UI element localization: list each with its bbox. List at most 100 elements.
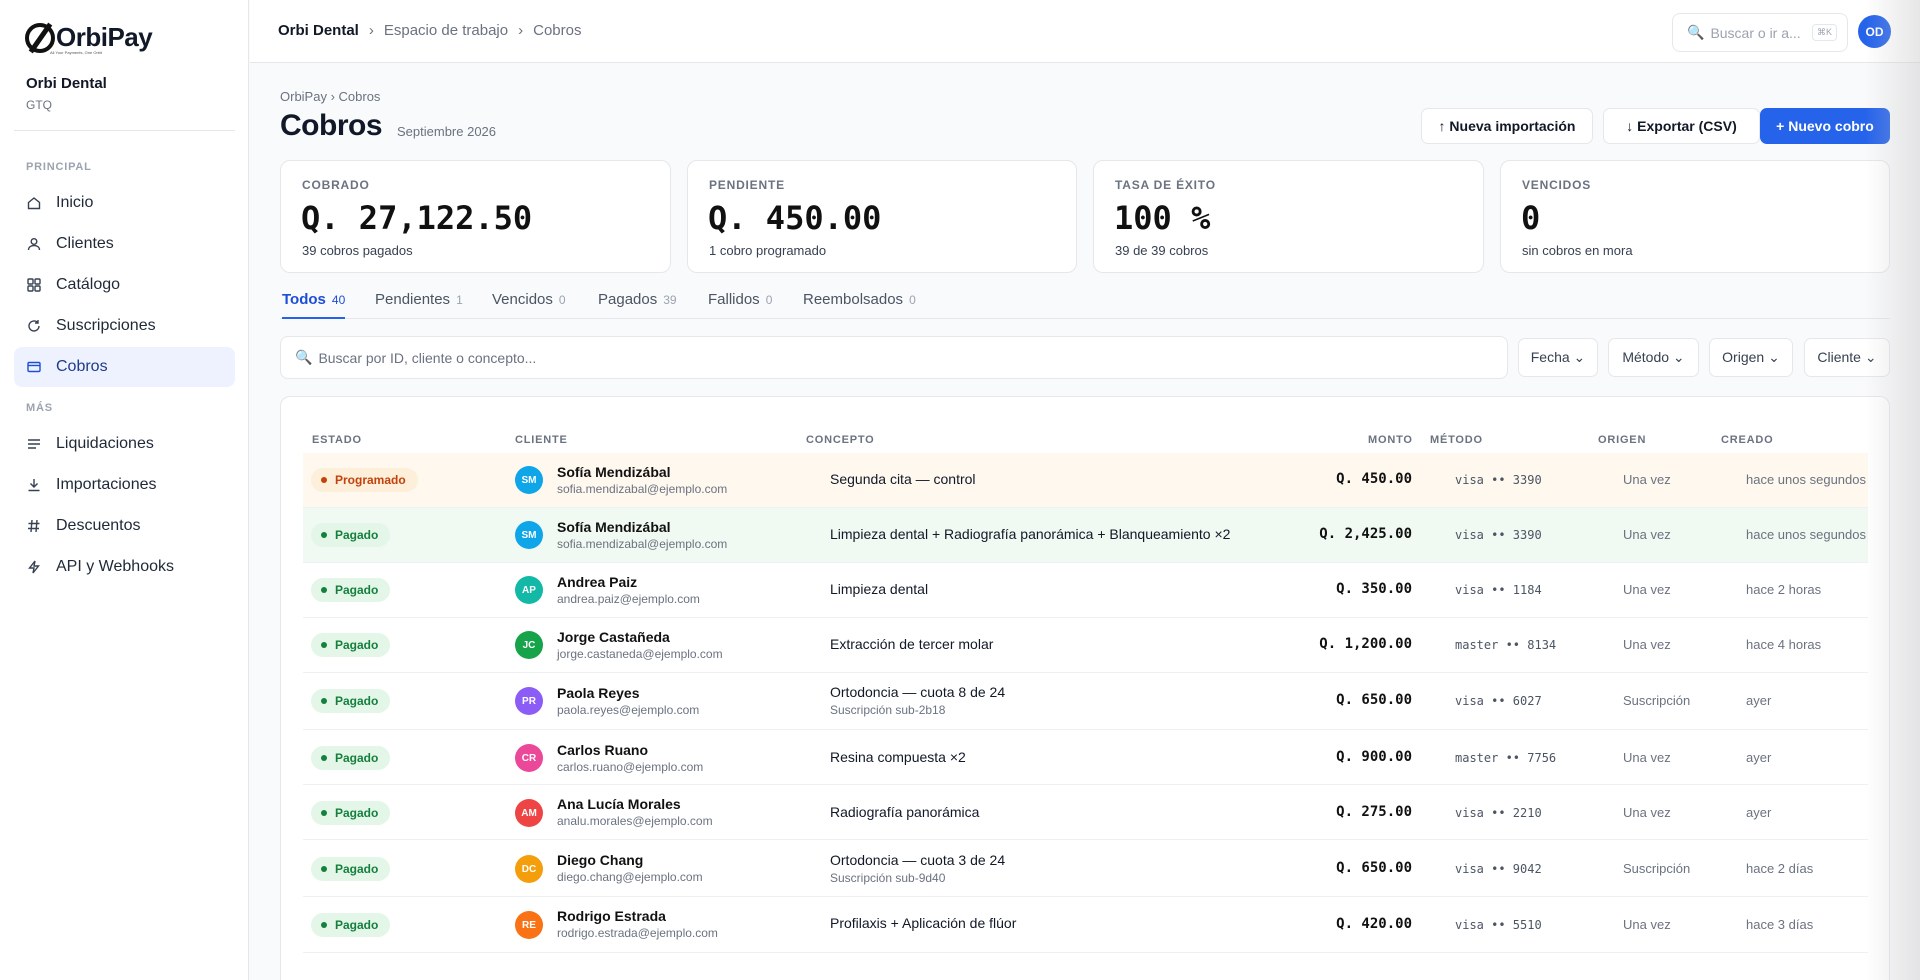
client-name[interactable]: Rodrigo Estrada — [557, 908, 666, 924]
tab-pagados[interactable]: Pagados 39 — [598, 291, 677, 319]
sidebar-item-suscripciones[interactable]: Suscripciones — [14, 306, 235, 346]
sidebar-section-mas: MÁS — [26, 402, 53, 414]
topbar: Orbi Dental › Espacio de trabajo › Cobro… — [250, 0, 1920, 63]
sidebar-item-cobros[interactable]: Cobros — [14, 347, 235, 387]
table-row[interactable]: Pagado AP Andrea Paiz andrea.paiz@ejempl… — [303, 563, 1868, 618]
charges-search-input[interactable]: 🔍 Buscar por ID, cliente o concepto... — [280, 336, 1508, 379]
charge-concept: Radiografía panorámica — [830, 804, 980, 820]
status-badge: Programado — [311, 468, 418, 492]
col-header-monto[interactable]: MONTO — [1368, 434, 1413, 446]
breadcrumb: Orbi Dental › Espacio de trabajo › Cobro… — [278, 22, 581, 39]
stat-value: 100 % — [1114, 199, 1211, 237]
sidebar-item-label: Catálogo — [56, 276, 121, 293]
sidebar-item-clientes[interactable]: Clientes — [14, 224, 235, 264]
col-header-cliente[interactable]: CLIENTE — [515, 434, 568, 446]
charge-amount: Q. 350.00 — [1336, 581, 1412, 597]
charge-origin: Una vez — [1623, 750, 1671, 765]
sidebar-item-inicio[interactable]: Inicio — [14, 183, 235, 223]
tab-reembolsados[interactable]: Reembolsados 0 — [803, 291, 916, 319]
payment-method: visa •• 9042 — [1455, 862, 1542, 876]
tab-pendientes[interactable]: Pendientes 1 — [375, 291, 463, 319]
table-row[interactable]: Pagado PR Paola Reyes paola.reyes@ejempl… — [303, 673, 1868, 730]
payment-method: visa •• 2210 — [1455, 806, 1542, 820]
breadcrumb-org[interactable]: Orbi Dental — [278, 22, 359, 39]
charge-amount: Q. 650.00 — [1336, 692, 1412, 708]
charge-amount: Q. 650.00 — [1336, 860, 1412, 876]
client-name[interactable]: Ana Lucía Morales — [557, 796, 681, 812]
client-name[interactable]: Paola Reyes — [557, 685, 640, 701]
stat-card-pendiente: PENDIENTE Q. 450.00 1 cobro programado — [687, 160, 1077, 273]
charge-origin: Una vez — [1623, 637, 1671, 652]
tab-fallidos[interactable]: Fallidos 0 — [708, 291, 772, 319]
charges-table: ESTADO CLIENTE CONCEPTO MONTO MÉTODO ORI… — [280, 396, 1890, 980]
filter-client-dropdown[interactable]: Cliente ⌄ — [1804, 338, 1890, 377]
filter-origin-dropdown[interactable]: Origen ⌄ — [1709, 338, 1793, 377]
sidebar-item-catalogo[interactable]: Catálogo — [14, 265, 235, 305]
search-icon: 🔍 — [295, 349, 313, 365]
stat-subtext: 39 de 39 cobros — [1115, 243, 1209, 258]
table-row[interactable]: Pagado JC Jorge Castañeda jorge.castaned… — [303, 618, 1868, 673]
sidebar-item-label: Descuentos — [56, 517, 141, 534]
client-name[interactable]: Jorge Castañeda — [557, 629, 670, 645]
table-row[interactable]: Pagado DC Diego Chang diego.chang@ejempl… — [303, 840, 1868, 897]
col-header-estado[interactable]: ESTADO — [312, 434, 362, 446]
col-header-concepto[interactable]: CONCEPTO — [806, 434, 875, 446]
new-charge-button[interactable]: + Nuevo cobro — [1760, 108, 1890, 144]
breadcrumb-workspace[interactable]: Espacio de trabajo — [384, 22, 508, 39]
status-badge: Pagado — [311, 689, 391, 713]
new-import-button[interactable]: ↑ Nueva importación — [1421, 108, 1593, 144]
stat-label: TASA DE ÉXITO — [1115, 178, 1216, 192]
col-header-origen[interactable]: ORIGEN — [1598, 434, 1646, 446]
global-search-input[interactable]: 🔍 Buscar o ir a... ⌘K — [1672, 13, 1848, 52]
client-email: jorge.castaneda@ejemplo.com — [557, 647, 723, 661]
page-title: Cobros — [280, 109, 383, 142]
charge-concept: Extracción de tercer molar — [830, 636, 994, 652]
client-name[interactable]: Diego Chang — [557, 852, 643, 868]
charge-created: ayer — [1746, 750, 1772, 765]
filter-method-dropdown[interactable]: Método ⌄ — [1608, 338, 1699, 377]
user-avatar[interactable]: OD — [1858, 15, 1891, 48]
page-breadcrumb: OrbiPay › Cobros — [280, 89, 381, 104]
client-name[interactable]: Carlos Ruano — [557, 742, 648, 758]
col-header-creado[interactable]: CREADO — [1721, 434, 1773, 446]
status-badge: Pagado — [311, 746, 391, 770]
charge-concept-subscription[interactable]: Suscripción sub-9d40 — [830, 871, 945, 885]
sidebar-item-api-webhooks[interactable]: API y Webhooks — [14, 547, 235, 587]
sidebar: OrbiPay All Your Payments, One Orbit Orb… — [0, 0, 249, 980]
tab-label: Todos — [282, 291, 326, 308]
client-name[interactable]: Andrea Paiz — [557, 574, 637, 590]
stat-subtext: 39 cobros pagados — [302, 243, 413, 258]
status-badge: Pagado — [311, 913, 391, 937]
orbipay-logo[interactable]: OrbiPay — [25, 22, 153, 53]
table-row[interactable]: Programado SM Sofía Mendizábal sofia.men… — [303, 453, 1868, 508]
client-email: carlos.ruano@ejemplo.com — [557, 760, 704, 774]
charge-amount: Q. 2,425.00 — [1319, 526, 1412, 542]
client-name[interactable]: Sofía Mendizábal — [557, 464, 671, 480]
table-row[interactable]: Pagado RE Rodrigo Estrada rodrigo.estrad… — [303, 897, 1868, 953]
tab-count: 1 — [456, 293, 463, 307]
col-header-metodo[interactable]: MÉTODO — [1430, 434, 1483, 446]
stat-card-vencidos: VENCIDOS 0 sin cobros en mora — [1500, 160, 1890, 273]
hash-icon — [27, 519, 41, 533]
sidebar-item-label: Cobros — [56, 358, 108, 375]
charge-concept-subscription[interactable]: Suscripción sub-2b18 — [830, 703, 945, 717]
breadcrumb-separator: › — [368, 22, 374, 39]
export-csv-button[interactable]: ↓ Exportar (CSV) — [1603, 108, 1760, 144]
search-shortcut-badge: ⌘K — [1811, 24, 1837, 41]
table-row[interactable]: Pagado AM Ana Lucía Morales analu.morale… — [303, 785, 1868, 840]
filter-date-dropdown[interactable]: Fecha ⌄ — [1518, 338, 1598, 377]
sidebar-item-importaciones[interactable]: Importaciones — [14, 465, 235, 505]
client-name[interactable]: Sofía Mendizábal — [557, 519, 671, 535]
charge-origin: Suscripción — [1623, 693, 1691, 708]
tab-todos[interactable]: Todos 40 — [282, 291, 346, 319]
client-email: rodrigo.estrada@ejemplo.com — [557, 926, 718, 940]
tab-vencidos[interactable]: Vencidos 0 — [492, 291, 566, 319]
charge-amount: Q. 275.00 — [1336, 804, 1412, 820]
table-row[interactable]: Pagado SM Sofía Mendizábal sofia.mendiza… — [303, 508, 1868, 563]
charge-concept: Ortodoncia — cuota 8 de 24 — [830, 684, 1006, 700]
stat-card-cobrado: COBRADO Q. 27,122.50 39 cobros pagados — [280, 160, 671, 273]
table-row[interactable]: Pagado CR Carlos Ruano carlos.ruano@ejem… — [303, 730, 1868, 785]
sidebar-item-liquidaciones[interactable]: Liquidaciones — [14, 424, 235, 464]
orbipay-logo-icon — [25, 22, 55, 53]
sidebar-item-descuentos[interactable]: Descuentos — [14, 506, 235, 546]
